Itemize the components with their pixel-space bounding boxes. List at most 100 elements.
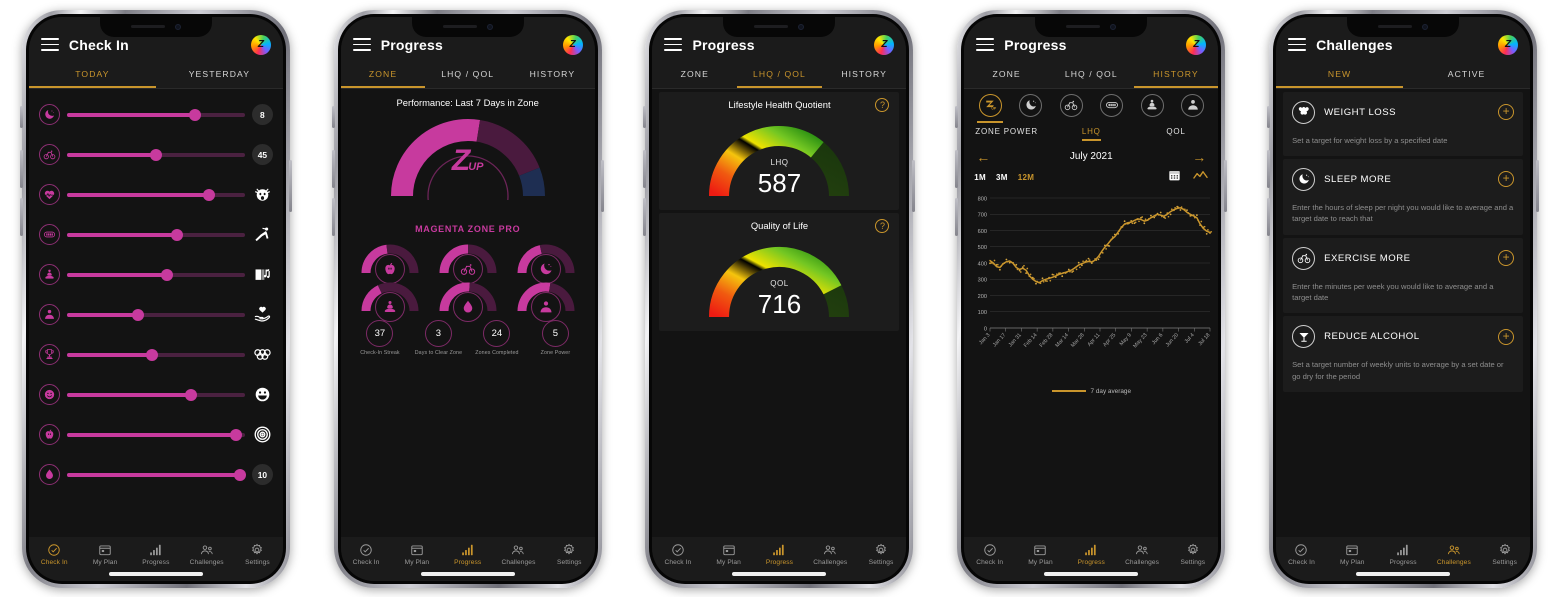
slider-track[interactable] xyxy=(66,468,246,481)
slider-knob[interactable] xyxy=(171,228,184,241)
tab-zone[interactable]: ZONE xyxy=(964,61,1049,88)
tab-lhq-qol[interactable]: LHQ / QOL xyxy=(425,61,510,88)
slider-knob[interactable] xyxy=(132,308,145,321)
slider-track[interactable] xyxy=(66,428,245,441)
tab-history[interactable]: HISTORY xyxy=(510,61,595,88)
subtab-zone-power[interactable]: ZONE POWER xyxy=(964,124,1049,145)
tab-bar: TODAY YESTERDAY xyxy=(28,60,283,89)
subtab-qol[interactable]: QOL xyxy=(1134,124,1219,145)
filter-meditation[interactable] xyxy=(1133,93,1171,123)
nav-check-in[interactable]: Check In xyxy=(29,543,80,566)
nav-my-plan[interactable]: My Plan xyxy=(703,543,754,566)
slider-track[interactable] xyxy=(66,388,245,401)
svg-text:0: 0 xyxy=(984,326,987,332)
add-challenge-button[interactable]: + xyxy=(1498,171,1515,188)
help-icon[interactable]: ? xyxy=(875,218,890,233)
add-challenge-button[interactable]: + xyxy=(1498,250,1515,267)
nav-progress[interactable]: Progress xyxy=(1066,543,1117,566)
slider-knob[interactable] xyxy=(233,468,246,481)
avatar[interactable]: Z xyxy=(874,34,895,55)
help-icon[interactable]: ? xyxy=(875,97,890,112)
nav-settings[interactable]: Settings xyxy=(1479,543,1530,566)
nav-progress[interactable]: Progress xyxy=(130,543,181,566)
line-chart-icon[interactable] xyxy=(1193,169,1209,187)
slider-knob[interactable] xyxy=(160,268,173,281)
slider-track[interactable] xyxy=(66,188,245,201)
nav-check-in[interactable]: Check In xyxy=(1276,543,1327,566)
nav-challenges[interactable]: Challenges xyxy=(1117,543,1168,566)
slider-fill xyxy=(66,152,156,157)
nav-settings[interactable]: Settings xyxy=(856,543,907,566)
nav-settings[interactable]: Settings xyxy=(232,543,283,566)
menu-icon[interactable] xyxy=(352,38,371,51)
mini-gauge xyxy=(359,240,421,284)
z-logo-icon: UP xyxy=(978,93,1002,117)
add-challenge-button[interactable]: + xyxy=(1498,104,1515,120)
nav-check-in[interactable]: Check In xyxy=(341,543,392,566)
menu-icon[interactable] xyxy=(1288,38,1307,51)
range-3m[interactable]: 3M xyxy=(996,173,1008,182)
tab-history[interactable]: HISTORY xyxy=(822,61,907,88)
nav-challenges[interactable]: Challenges xyxy=(493,543,544,566)
tab-today[interactable]: TODAY xyxy=(28,61,156,88)
slider-track[interactable] xyxy=(66,348,245,361)
avatar[interactable]: Z xyxy=(1186,34,1207,55)
nav-my-plan[interactable]: My Plan xyxy=(391,543,442,566)
slider-track[interactable] xyxy=(66,228,245,241)
nav-check-in[interactable]: Check In xyxy=(964,543,1015,566)
tab-lhq-qol[interactable]: LHQ / QOL xyxy=(1049,61,1134,88)
nav-label: My Plan xyxy=(1340,559,1365,566)
tab-yesterday[interactable]: YESTERDAY xyxy=(156,61,283,88)
tab-active[interactable]: ACTIVE xyxy=(1403,61,1530,88)
menu-icon[interactable] xyxy=(664,38,683,51)
slider-knob[interactable] xyxy=(203,188,216,201)
nav-progress[interactable]: Progress xyxy=(442,543,493,566)
nav-progress[interactable]: Progress xyxy=(1378,543,1429,566)
nav-my-plan[interactable]: My Plan xyxy=(1015,543,1066,566)
range-12m[interactable]: 12M xyxy=(1018,173,1034,182)
nav-my-plan[interactable]: My Plan xyxy=(80,543,131,566)
nav-my-plan[interactable]: My Plan xyxy=(1327,543,1378,566)
mini-gauge-grid xyxy=(351,240,585,322)
range-1m[interactable]: 1M xyxy=(974,173,986,182)
tab-zone[interactable]: ZONE xyxy=(652,61,737,88)
menu-icon[interactable] xyxy=(40,38,59,51)
nav-settings[interactable]: Settings xyxy=(1167,543,1218,566)
nav-challenges[interactable]: Challenges xyxy=(1428,543,1479,566)
avatar[interactable]: Z xyxy=(562,34,583,55)
tab-zone[interactable]: ZONE xyxy=(340,61,426,88)
tab-history[interactable]: HISTORY xyxy=(1133,61,1219,88)
subtab-lhq[interactable]: LHQ xyxy=(1049,124,1134,145)
slider-track[interactable] xyxy=(66,308,245,321)
slider-fill xyxy=(66,112,196,117)
menu-icon[interactable] xyxy=(976,38,995,51)
nav-progress[interactable]: Progress xyxy=(754,543,805,566)
slider-knob[interactable] xyxy=(149,148,162,161)
slider-track[interactable] xyxy=(66,268,245,281)
filter-z-logo[interactable]: UP xyxy=(971,93,1009,123)
nav-settings[interactable]: Settings xyxy=(544,543,595,566)
slider-knob[interactable] xyxy=(185,388,198,401)
filter-moon[interactable] xyxy=(1012,93,1050,123)
slider-knob[interactable] xyxy=(189,108,202,121)
filter-bicycle[interactable] xyxy=(1052,93,1090,123)
add-challenge-button[interactable]: + xyxy=(1498,328,1515,345)
avatar[interactable]: Z xyxy=(250,34,271,55)
tab-new[interactable]: NEW xyxy=(1276,61,1404,88)
moon-icon xyxy=(38,104,60,125)
nav-check-in[interactable]: Check In xyxy=(652,543,703,566)
calendar-icon[interactable] xyxy=(1168,169,1181,187)
next-month-button[interactable]: → xyxy=(1192,150,1206,164)
avatar[interactable]: Z xyxy=(1498,34,1519,55)
filter-scale[interactable] xyxy=(1093,93,1131,123)
slider-track[interactable] xyxy=(66,108,245,121)
nav-challenges[interactable]: Challenges xyxy=(805,543,856,566)
tab-lhq-qol[interactable]: LHQ / QOL xyxy=(737,61,822,88)
slider-knob[interactable] xyxy=(229,428,242,441)
slider-track[interactable] xyxy=(66,148,245,161)
slider-knob[interactable] xyxy=(146,348,159,361)
filter-person[interactable] xyxy=(1174,93,1212,123)
nav-challenges[interactable]: Challenges xyxy=(181,543,232,566)
calendar-icon xyxy=(1033,543,1047,557)
prev-month-button[interactable]: ← xyxy=(976,150,990,164)
